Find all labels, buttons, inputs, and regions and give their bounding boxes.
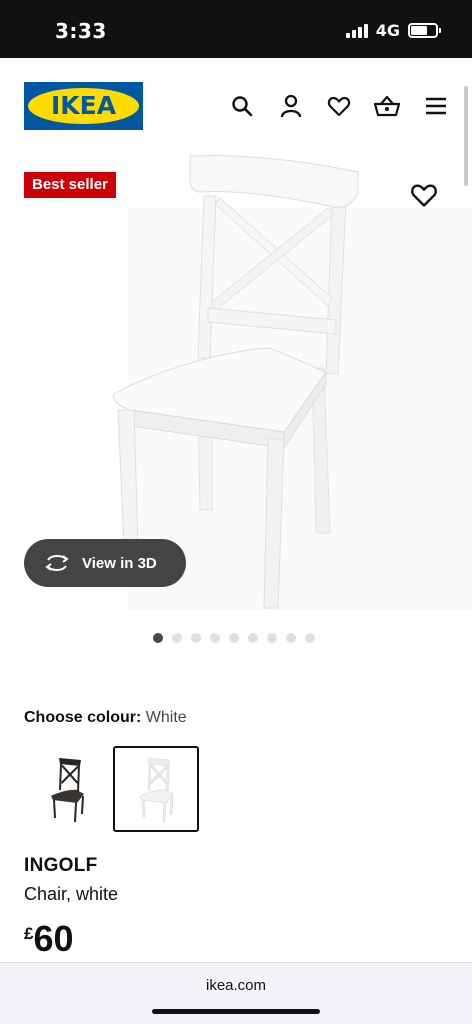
network-type: 4G bbox=[375, 21, 400, 40]
battery-icon bbox=[408, 23, 441, 38]
carousel-dot[interactable] bbox=[229, 633, 239, 643]
site-header: IKEA bbox=[0, 58, 472, 148]
price-currency: £ bbox=[24, 924, 34, 943]
browser-address-bar[interactable]: ikea.com bbox=[0, 962, 472, 1024]
black-chair-thumbnail bbox=[51, 758, 84, 822]
colour-option-black-brown[interactable] bbox=[24, 746, 110, 832]
white-chair-thumbnail bbox=[139, 757, 174, 822]
signal-icon bbox=[345, 23, 368, 38]
carousel-dot[interactable] bbox=[286, 633, 296, 643]
basket-icon[interactable] bbox=[372, 91, 402, 121]
carousel-dots[interactable] bbox=[153, 633, 315, 643]
rotate-3d-icon bbox=[45, 554, 69, 572]
ikea-logo[interactable]: IKEA bbox=[24, 82, 143, 130]
carousel-dot[interactable] bbox=[153, 633, 163, 643]
product-description: Chair, white bbox=[24, 884, 119, 904]
carousel-dot[interactable] bbox=[172, 633, 182, 643]
price-amount: 60 bbox=[33, 918, 74, 959]
status-bar: 3:33 4G bbox=[0, 0, 472, 58]
status-indicators: 4G bbox=[345, 21, 441, 40]
product-name: INGOLF bbox=[24, 855, 98, 876]
heart-icon[interactable] bbox=[324, 91, 354, 121]
url-text[interactable]: ikea.com bbox=[0, 977, 472, 994]
wishlist-heart-icon[interactable] bbox=[410, 182, 438, 210]
carousel-dot[interactable] bbox=[210, 633, 220, 643]
colour-chooser-label: Choose colour: White bbox=[24, 709, 187, 726]
carousel-dot[interactable] bbox=[305, 633, 315, 643]
view-in-3d-button[interactable]: View in 3D bbox=[24, 539, 186, 587]
carousel-dot[interactable] bbox=[191, 633, 201, 643]
logo-text: IKEA bbox=[50, 91, 117, 120]
home-indicator[interactable] bbox=[152, 1009, 320, 1014]
product-gallery[interactable]: Best seller View in 3D bbox=[0, 148, 472, 620]
view-in-3d-label: View in 3D bbox=[82, 554, 157, 572]
search-icon[interactable] bbox=[227, 91, 257, 121]
best-seller-badge: Best seller bbox=[24, 172, 116, 198]
menu-icon[interactable] bbox=[421, 91, 451, 121]
product-price: £60 bbox=[24, 918, 74, 960]
account-icon[interactable] bbox=[276, 91, 306, 121]
status-time: 3:33 bbox=[55, 19, 107, 43]
carousel-dot[interactable] bbox=[267, 633, 277, 643]
selected-colour-value: White bbox=[145, 709, 187, 726]
colour-option-white[interactable] bbox=[113, 746, 199, 832]
carousel-dot[interactable] bbox=[248, 633, 258, 643]
